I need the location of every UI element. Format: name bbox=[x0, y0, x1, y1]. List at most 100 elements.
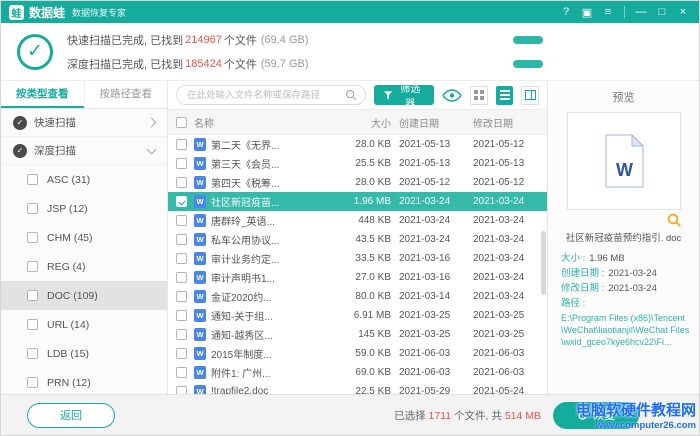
status-text: 快速扫描已完成, 已找到 bbox=[67, 32, 183, 48]
recover-button[interactable]: 恢复 bbox=[553, 402, 639, 429]
header-modified[interactable]: 修改日期 bbox=[473, 115, 547, 130]
row-checkbox[interactable] bbox=[176, 329, 187, 340]
file-modified: 2021-06-03 bbox=[473, 348, 547, 359]
file-created: 2021-03-24 bbox=[399, 215, 473, 226]
magnifier-icon[interactable] bbox=[667, 213, 682, 231]
filetype-label: ASC (31) bbox=[47, 174, 90, 186]
sidebar-filetype-item[interactable]: URL (14) bbox=[1, 310, 167, 339]
table-row[interactable]: W 唐群玲_英语... 448 KB 2021-03-24 2021-03-24 bbox=[168, 211, 547, 230]
chevron-right-icon bbox=[147, 118, 157, 128]
row-checkbox[interactable] bbox=[176, 310, 187, 321]
search-box[interactable] bbox=[176, 85, 366, 105]
maximize-icon[interactable]: □ bbox=[654, 6, 670, 18]
file-created: 2021-03-24 bbox=[399, 234, 473, 245]
table-row[interactable]: W 审计声明书1... 27.0 KB 2021-03-16 2021-03-2… bbox=[168, 268, 547, 287]
grid-view-button[interactable] bbox=[470, 86, 488, 105]
table-row[interactable]: W 金证2020约... 80.0 KB 2021-03-14 2021-03-… bbox=[168, 287, 547, 306]
header-created[interactable]: 创建日期 bbox=[399, 115, 473, 130]
scan-check-icon: ✓ bbox=[13, 144, 27, 158]
table-row[interactable]: W !trapfile2.doc 22.5 KB 2021-05-29 2021… bbox=[168, 382, 547, 394]
file-size: 25.5 KB bbox=[331, 158, 399, 169]
file-created: 2021-06-03 bbox=[399, 367, 473, 378]
table-row[interactable]: W 通知-越秀区... 145 KB 2021-03-25 2021-03-25 bbox=[168, 325, 547, 344]
word-file-icon: W bbox=[194, 290, 206, 303]
header-name[interactable]: 名称 bbox=[194, 115, 331, 130]
table-row[interactable]: W 通知-关于组... 6.91 MB 2021-03-25 2021-03-2… bbox=[168, 306, 547, 325]
minimize-icon[interactable]: — bbox=[633, 6, 649, 18]
sidebar-filetype-item[interactable]: JSP (12) bbox=[1, 194, 167, 223]
detail-view-button[interactable] bbox=[521, 86, 539, 105]
sidebar-filetype-item[interactable]: REG (4) bbox=[1, 252, 167, 281]
row-checkbox[interactable] bbox=[176, 177, 187, 188]
table-row[interactable]: W 第二天《无界... 28.0 KB 2021-05-13 2021-05-1… bbox=[168, 135, 547, 154]
sidebar-item-deep-scan[interactable]: ✓ 深度扫描 bbox=[1, 137, 167, 165]
tab-view-by-type[interactable]: 按类型查看 bbox=[1, 81, 84, 108]
account-icon[interactable]: ▣ bbox=[579, 6, 595, 19]
file-name: 第四天《税筹... bbox=[211, 175, 279, 190]
table-row[interactable]: W 社区新冠疫苗... 1.96 MB 2021-03-24 2021-03-2… bbox=[168, 192, 547, 211]
preview-eye-icon[interactable] bbox=[442, 89, 462, 102]
sidebar-filetype-item[interactable]: DOC (109) bbox=[1, 281, 167, 310]
sidebar-filetype-item[interactable]: LDB (15) bbox=[1, 339, 167, 368]
sidebar-filetype-item[interactable]: PRN (12) bbox=[1, 368, 167, 394]
file-size: 59.0 KB bbox=[331, 348, 399, 359]
file-created: 2021-05-12 bbox=[399, 177, 473, 188]
row-checkbox[interactable] bbox=[176, 367, 187, 378]
sidebar-filetype-item[interactable]: CHM (45) bbox=[1, 223, 167, 252]
row-checkbox[interactable] bbox=[176, 386, 187, 394]
file-modified: 2021-05-12 bbox=[473, 139, 547, 150]
filetype-checkbox[interactable] bbox=[27, 290, 38, 301]
file-modified: 2021-03-24 bbox=[473, 272, 547, 283]
back-button[interactable]: 返回 bbox=[27, 403, 115, 428]
table-row[interactable]: W 附件1: 广州... 69.0 KB 2021-06-03 2021-06-… bbox=[168, 363, 547, 382]
filetype-checkbox[interactable] bbox=[27, 377, 38, 388]
close-icon[interactable]: × bbox=[675, 6, 691, 18]
filetype-label: PRN (12) bbox=[47, 377, 91, 389]
menu-icon[interactable]: ≡ bbox=[600, 6, 616, 18]
filetype-checkbox[interactable] bbox=[27, 174, 38, 185]
file-name: 2015年制度... bbox=[211, 346, 272, 361]
sidebar-item-quick-scan[interactable]: ✓ 快速扫描 bbox=[1, 109, 167, 137]
row-checkbox[interactable] bbox=[176, 291, 187, 302]
table-row[interactable]: W 2015年制度... 59.0 KB 2021-06-03 2021-06-… bbox=[168, 344, 547, 363]
help-icon[interactable]: ? bbox=[558, 6, 574, 18]
table-row[interactable]: W 私车公用协议... 43.5 KB 2021-03-24 2021-03-2… bbox=[168, 230, 547, 249]
file-name: 社区新冠疫苗... bbox=[211, 194, 279, 209]
search-input[interactable] bbox=[185, 89, 341, 102]
row-checkbox[interactable] bbox=[176, 348, 187, 359]
filetype-checkbox[interactable] bbox=[27, 319, 38, 330]
filter-button[interactable]: 筛选器 bbox=[374, 85, 434, 105]
row-checkbox[interactable] bbox=[176, 139, 187, 150]
row-checkbox[interactable] bbox=[176, 215, 187, 226]
select-all-checkbox[interactable] bbox=[176, 117, 187, 128]
row-checkbox[interactable] bbox=[176, 158, 187, 169]
file-created: 2021-06-03 bbox=[399, 348, 473, 359]
file-modified: 2021-03-24 bbox=[473, 196, 547, 207]
table-row[interactable]: W 第三天《会员... 25.5 KB 2021-05-13 2021-05-1… bbox=[168, 154, 547, 173]
filetype-checkbox[interactable] bbox=[27, 203, 38, 214]
table-row[interactable]: W 审计业务约定... 33.5 KB 2021-03-16 2021-03-2… bbox=[168, 249, 547, 268]
filetype-checkbox[interactable] bbox=[27, 261, 38, 272]
preview-details: 大小 :1.96 MB 创建日期 :2021-03-24 修改日期 :2021-… bbox=[557, 251, 690, 348]
row-checkbox[interactable] bbox=[176, 253, 187, 264]
row-checkbox[interactable] bbox=[176, 234, 187, 245]
header-size[interactable]: 大小 bbox=[331, 115, 399, 130]
tab-view-by-path[interactable]: 按路径查看 bbox=[84, 81, 168, 108]
row-checkbox[interactable] bbox=[176, 196, 187, 207]
scrollbar-thumb[interactable] bbox=[541, 231, 546, 295]
filetype-label: DOC (109) bbox=[47, 290, 98, 302]
grid-icon bbox=[474, 90, 484, 100]
preview-filename: 社区新冠疫苗预约指引. doc bbox=[566, 232, 682, 245]
filetype-checkbox[interactable] bbox=[27, 348, 38, 359]
file-size: 69.0 KB bbox=[331, 367, 399, 378]
sidebar-filetype-item[interactable]: ASC (31) bbox=[1, 165, 167, 194]
table-row[interactable]: W 第四天《税筹... 28.0 KB 2021-05-12 2021-05-1… bbox=[168, 173, 547, 192]
filetype-label: JSP (12) bbox=[47, 203, 88, 215]
titlebar-divider bbox=[624, 6, 625, 18]
scrollbar[interactable] bbox=[540, 135, 546, 394]
list-view-button[interactable] bbox=[496, 86, 514, 105]
row-checkbox[interactable] bbox=[176, 272, 187, 283]
modified-value: 2021-03-24 bbox=[608, 281, 657, 296]
filetype-checkbox[interactable] bbox=[27, 232, 38, 243]
file-size: 27.0 KB bbox=[331, 272, 399, 283]
